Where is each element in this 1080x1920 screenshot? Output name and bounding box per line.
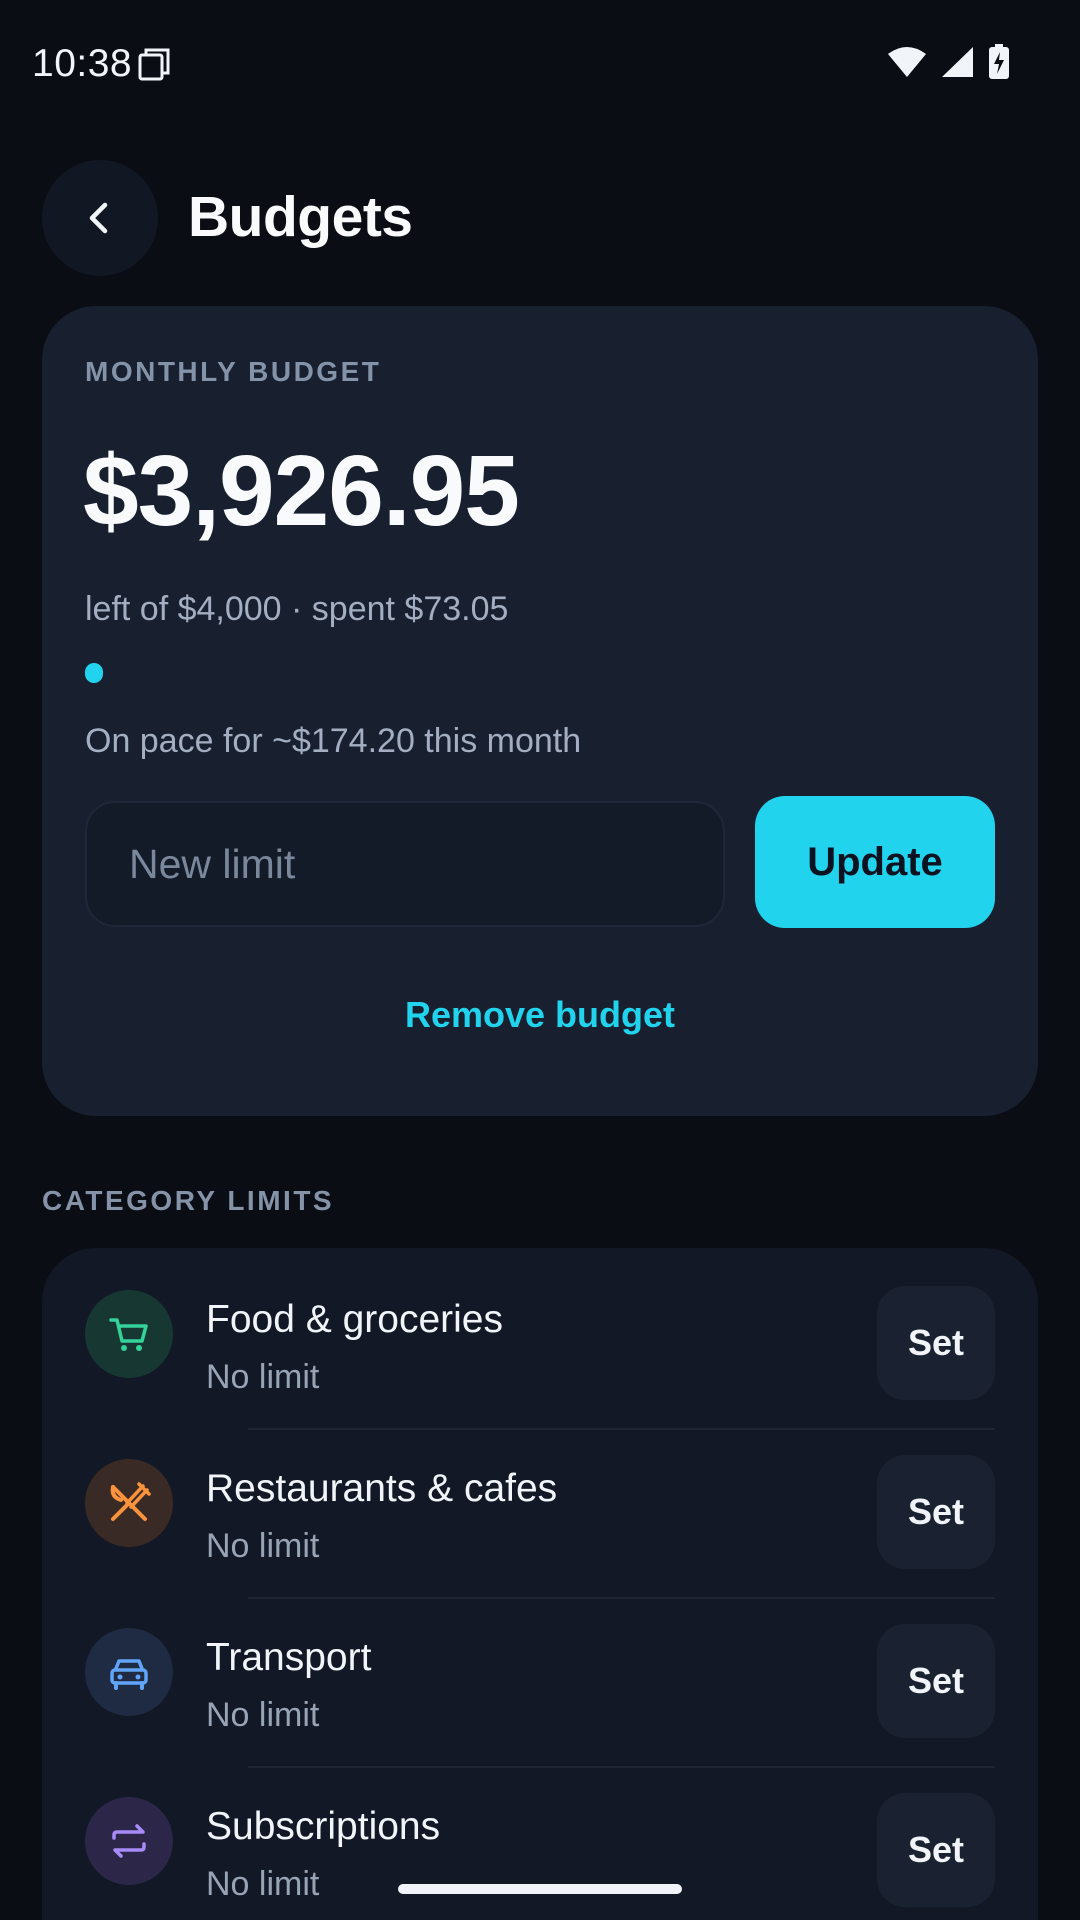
shopping-cart-icon (109, 1318, 148, 1351)
category-row-restaurants: Restaurants & cafes No limit Set (42, 1417, 1038, 1586)
budgets-screen: 10:38 Budgets MONTHLY BUDGET $3,926.95 l… (0, 0, 1080, 1920)
set-limit-button-subscriptions[interactable]: Set (877, 1793, 995, 1907)
category-limits-list: Food & groceries No limit Set Restaurant… (42, 1248, 1038, 1920)
new-limit-input[interactable] (85, 801, 725, 927)
category-icon-badge (85, 1797, 173, 1885)
category-icon-badge (85, 1290, 173, 1378)
update-button[interactable]: Update (755, 796, 995, 928)
budget-summary: left of $4,000 · spent $73.05 (85, 590, 509, 628)
status-time: 10:38 (32, 42, 133, 85)
category-name: Restaurants & cafes (206, 1467, 558, 1510)
budget-progress-bar (85, 663, 995, 683)
pace-forecast: On pace for ~$174.20 this month (85, 722, 582, 760)
monthly-budget-label: MONTHLY BUDGET (85, 356, 382, 387)
budget-progress-fill (85, 663, 103, 683)
budget-amount-left: $3,926.95 (83, 435, 520, 547)
category-limit-value: No limit (206, 1527, 320, 1565)
category-row-subscriptions: Subscriptions No limit Set (42, 1755, 1038, 1920)
wifi-icon (888, 47, 926, 77)
set-limit-button-restaurants[interactable]: Set (877, 1455, 995, 1569)
category-limit-value: No limit (206, 1358, 320, 1396)
set-limit-button-food[interactable]: Set (877, 1286, 995, 1400)
page-title: Budgets (188, 185, 413, 249)
home-indicator[interactable] (398, 1884, 682, 1894)
category-row-transport: Transport No limit Set (42, 1586, 1038, 1755)
category-icon-badge (85, 1459, 173, 1547)
category-row-food: Food & groceries No limit Set (42, 1248, 1038, 1417)
repeat-icon (112, 1824, 146, 1858)
category-limit-value: No limit (206, 1696, 320, 1734)
set-limit-button-transport[interactable]: Set (877, 1624, 995, 1738)
signal-icon (942, 47, 973, 77)
category-limit-value: No limit (206, 1865, 320, 1903)
fork-knife-icon (110, 1482, 151, 1521)
remove-budget-link[interactable]: Remove budget (42, 994, 1038, 1036)
category-name: Food & groceries (206, 1298, 503, 1341)
status-icons (886, 44, 1010, 80)
category-name: Transport (206, 1636, 372, 1679)
category-name: Subscriptions (206, 1805, 441, 1848)
back-button[interactable] (42, 160, 158, 276)
monthly-budget-card: MONTHLY BUDGET $3,926.95 left of $4,000 … (42, 306, 1038, 1116)
status-bar: 10:38 (0, 0, 1080, 130)
chevron-left-icon (89, 202, 108, 234)
sim-card-icon (138, 48, 170, 81)
car-icon (110, 1659, 148, 1690)
category-limits-heading: CATEGORY LIMITS (42, 1185, 335, 1216)
category-icon-badge (85, 1628, 173, 1716)
battery-charging-icon (989, 44, 1009, 79)
